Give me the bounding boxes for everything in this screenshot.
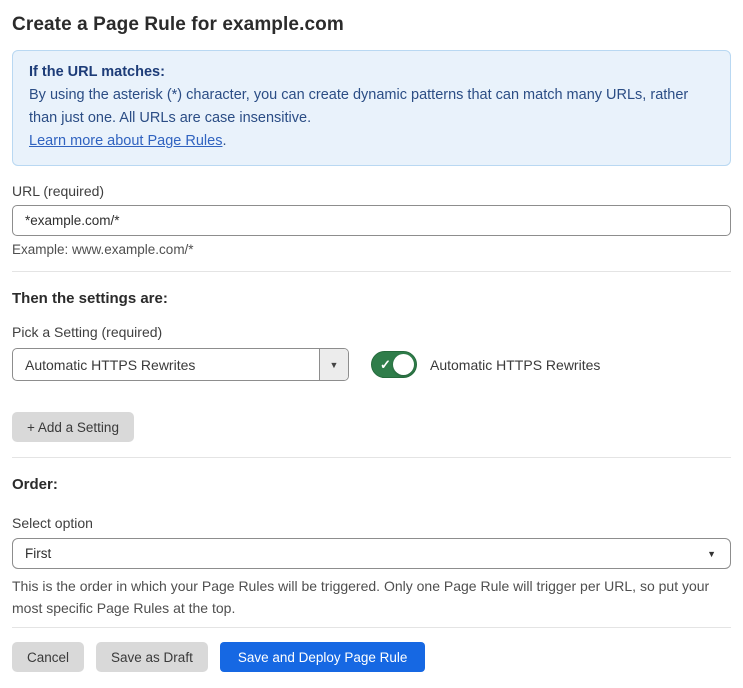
divider — [12, 271, 731, 272]
order-section-heading: Order: — [12, 476, 58, 493]
add-setting-button[interactable]: + Add a Setting — [12, 412, 134, 442]
settings-section-heading: Then the settings are: — [12, 290, 168, 307]
cancel-button[interactable]: Cancel — [12, 642, 85, 672]
check-icon: ✓ — [380, 357, 391, 372]
https-rewrites-toggle[interactable]: ✓ — [371, 351, 417, 378]
save-as-draft-button[interactable]: Save as Draft — [96, 642, 208, 672]
save-and-deploy-button[interactable]: Save and Deploy Page Rule — [219, 642, 426, 672]
divider — [12, 457, 731, 458]
url-field-label: URL (required) — [12, 183, 105, 199]
footer-actions: Cancel Save as Draft Save and Deploy Pag… — [12, 642, 731, 672]
pick-setting-label: Pick a Setting (required) — [12, 324, 163, 340]
chevron-down-icon: ▼ — [329, 359, 339, 370]
learn-more-link[interactable]: Learn more about Page Rules — [29, 133, 222, 149]
chevron-down-icon: ▼ — [707, 548, 716, 559]
create-page-rule-form: Create a Page Rule for example.com If th… — [0, 0, 743, 688]
page-title: Create a Page Rule for example.com — [12, 14, 344, 35]
divider — [12, 627, 731, 628]
url-input[interactable] — [12, 205, 731, 236]
setting-select[interactable]: Automatic HTTPS Rewrites ▼ — [12, 348, 349, 381]
order-select-label: Select option — [12, 515, 93, 531]
url-matches-info-box: If the URL matches: By using the asteris… — [12, 50, 731, 166]
toggle-label: Automatic HTTPS Rewrites — [430, 356, 601, 373]
setting-picker-row: Automatic HTTPS Rewrites ▼ ✓ Automatic H… — [12, 348, 731, 381]
info-box-heading: If the URL matches: — [29, 64, 165, 80]
order-helper-text: This is the order in which your Page Rul… — [12, 578, 710, 616]
info-box-link-line: Learn more about Page Rules. — [29, 130, 714, 153]
url-example-helper: Example: www.example.com/* — [12, 242, 194, 257]
link-period: . — [222, 133, 227, 149]
info-box-body: By using the asterisk (*) character, you… — [29, 87, 689, 126]
toggle-knob — [393, 354, 414, 375]
order-select-value: First — [25, 546, 52, 561]
setting-select-value: Automatic HTTPS Rewrites — [25, 356, 196, 373]
order-select[interactable]: First ▼ — [12, 538, 731, 569]
setting-select-arrow-button[interactable]: ▼ — [319, 349, 348, 380]
